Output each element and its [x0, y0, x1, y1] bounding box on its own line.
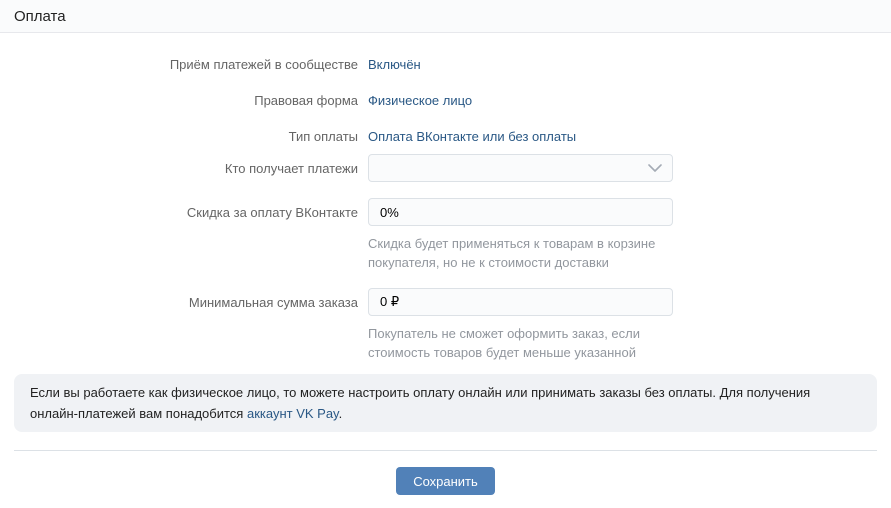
chevron-down-icon [648, 164, 662, 172]
payment-type-link[interactable]: Оплата ВКонтакте или без оплаты [368, 129, 576, 144]
payments-acceptance-value: Включён [368, 57, 421, 72]
page-title: Оплата [14, 8, 66, 25]
setting-row-payment-type: Тип оплаты Оплата ВКонтакте или без опла… [0, 118, 891, 154]
payment-type-label: Тип оплаты [0, 129, 358, 144]
setting-row-min-order: Минимальная сумма заказа Покупатель не с… [0, 288, 891, 362]
legal-form-value: Физическое лицо [368, 93, 472, 108]
legal-form-label: Правовая форма [0, 93, 358, 108]
notice-text-after: . [339, 406, 343, 421]
min-order-input[interactable] [368, 288, 673, 316]
min-order-label: Минимальная сумма заказа [0, 288, 358, 310]
footer-actions: Сохранить [0, 451, 891, 495]
save-button[interactable]: Сохранить [396, 467, 495, 495]
payment-recipient-value [368, 154, 673, 182]
payment-recipient-select[interactable] [368, 154, 673, 182]
payment-settings-page: Оплата Приём платежей в сообществе Включ… [0, 0, 891, 508]
setting-row-payments-acceptance: Приём платежей в сообществе Включён [0, 46, 891, 82]
discount-label: Скидка за оплату ВКонтакте [0, 198, 358, 220]
page-header: Оплата [0, 0, 891, 33]
legal-form-link[interactable]: Физическое лицо [368, 93, 472, 108]
discount-input[interactable] [368, 198, 673, 226]
payment-recipient-label: Кто получает платежи [0, 154, 358, 176]
payments-acceptance-link[interactable]: Включён [368, 57, 421, 72]
discount-value: Скидка будет применяться к товарам в кор… [368, 198, 678, 272]
payment-settings-form: Приём платежей в сообществе Включён Прав… [0, 33, 891, 362]
setting-row-legal-form: Правовая форма Физическое лицо [0, 82, 891, 118]
setting-row-discount: Скидка за оплату ВКонтакте Скидка будет … [0, 198, 891, 272]
setting-row-payment-recipient: Кто получает платежи [0, 154, 891, 182]
discount-hint: Скидка будет применяться к товарам в кор… [368, 234, 678, 272]
vk-pay-account-link[interactable]: аккаунт VK Pay [247, 406, 339, 421]
notice-text-before: Если вы работаете как физическое лицо, т… [30, 385, 810, 421]
payment-type-value: Оплата ВКонтакте или без оплаты [368, 129, 576, 144]
min-order-value: Покупатель не сможет оформить заказ, есл… [368, 288, 678, 362]
physical-person-notice: Если вы работаете как физическое лицо, т… [14, 374, 877, 432]
payments-acceptance-label: Приём платежей в сообществе [0, 57, 358, 72]
min-order-hint: Покупатель не сможет оформить заказ, есл… [368, 324, 678, 362]
